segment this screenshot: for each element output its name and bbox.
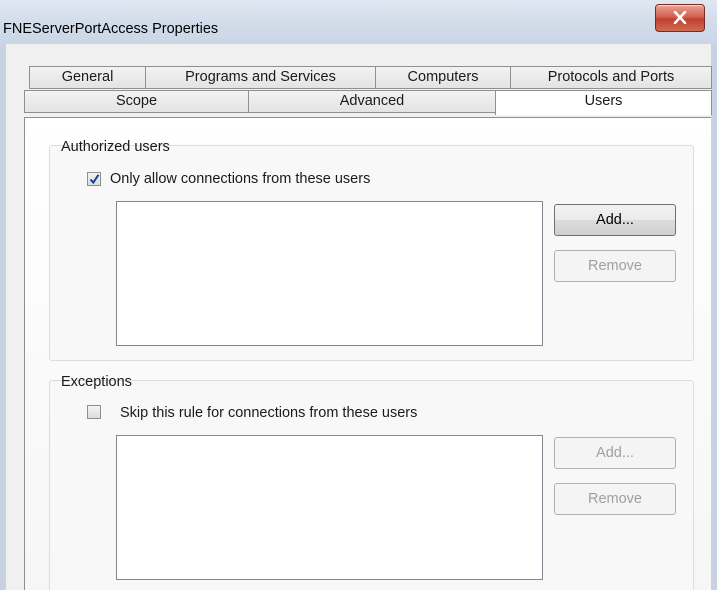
authorized-users-list[interactable] xyxy=(116,201,543,346)
tab-advanced[interactable]: Advanced xyxy=(248,90,496,113)
window-title: FNEServerPortAccess Properties xyxy=(3,21,219,37)
skip-rule-users-label[interactable]: Skip this rule for connections from thes… xyxy=(120,405,417,421)
add-exception-user-button[interactable]: Add... xyxy=(554,437,676,469)
tab-computers[interactable]: Computers xyxy=(375,66,511,89)
only-allow-users-checkbox[interactable] xyxy=(87,172,101,186)
tab-users[interactable]: Users xyxy=(495,90,712,115)
properties-dialog: FNEServerPortAccess Properties General P… xyxy=(0,0,717,590)
remove-authorized-user-button[interactable]: Remove xyxy=(554,250,676,282)
only-allow-users-label[interactable]: Only allow connections from these users xyxy=(110,171,370,187)
close-button[interactable] xyxy=(655,4,705,32)
add-authorized-user-button[interactable]: Add... xyxy=(554,204,676,236)
skip-rule-users-checkbox[interactable] xyxy=(87,405,101,419)
remove-exception-user-button[interactable]: Remove xyxy=(554,483,676,515)
tab-programs-and-services[interactable]: Programs and Services xyxy=(145,66,376,89)
window-frame-right xyxy=(711,44,717,590)
users-tab-panel: Authorized users Only allow connections … xyxy=(24,117,711,590)
tab-scope[interactable]: Scope xyxy=(24,90,249,113)
exception-users-list[interactable] xyxy=(116,435,543,580)
tab-protocols-and-ports[interactable]: Protocols and Ports xyxy=(510,66,712,89)
authorized-users-label: Authorized users xyxy=(61,139,170,155)
exceptions-label: Exceptions xyxy=(61,374,132,390)
title-bar[interactable]: FNEServerPortAccess Properties xyxy=(0,0,717,44)
tab-general[interactable]: General xyxy=(29,66,146,89)
